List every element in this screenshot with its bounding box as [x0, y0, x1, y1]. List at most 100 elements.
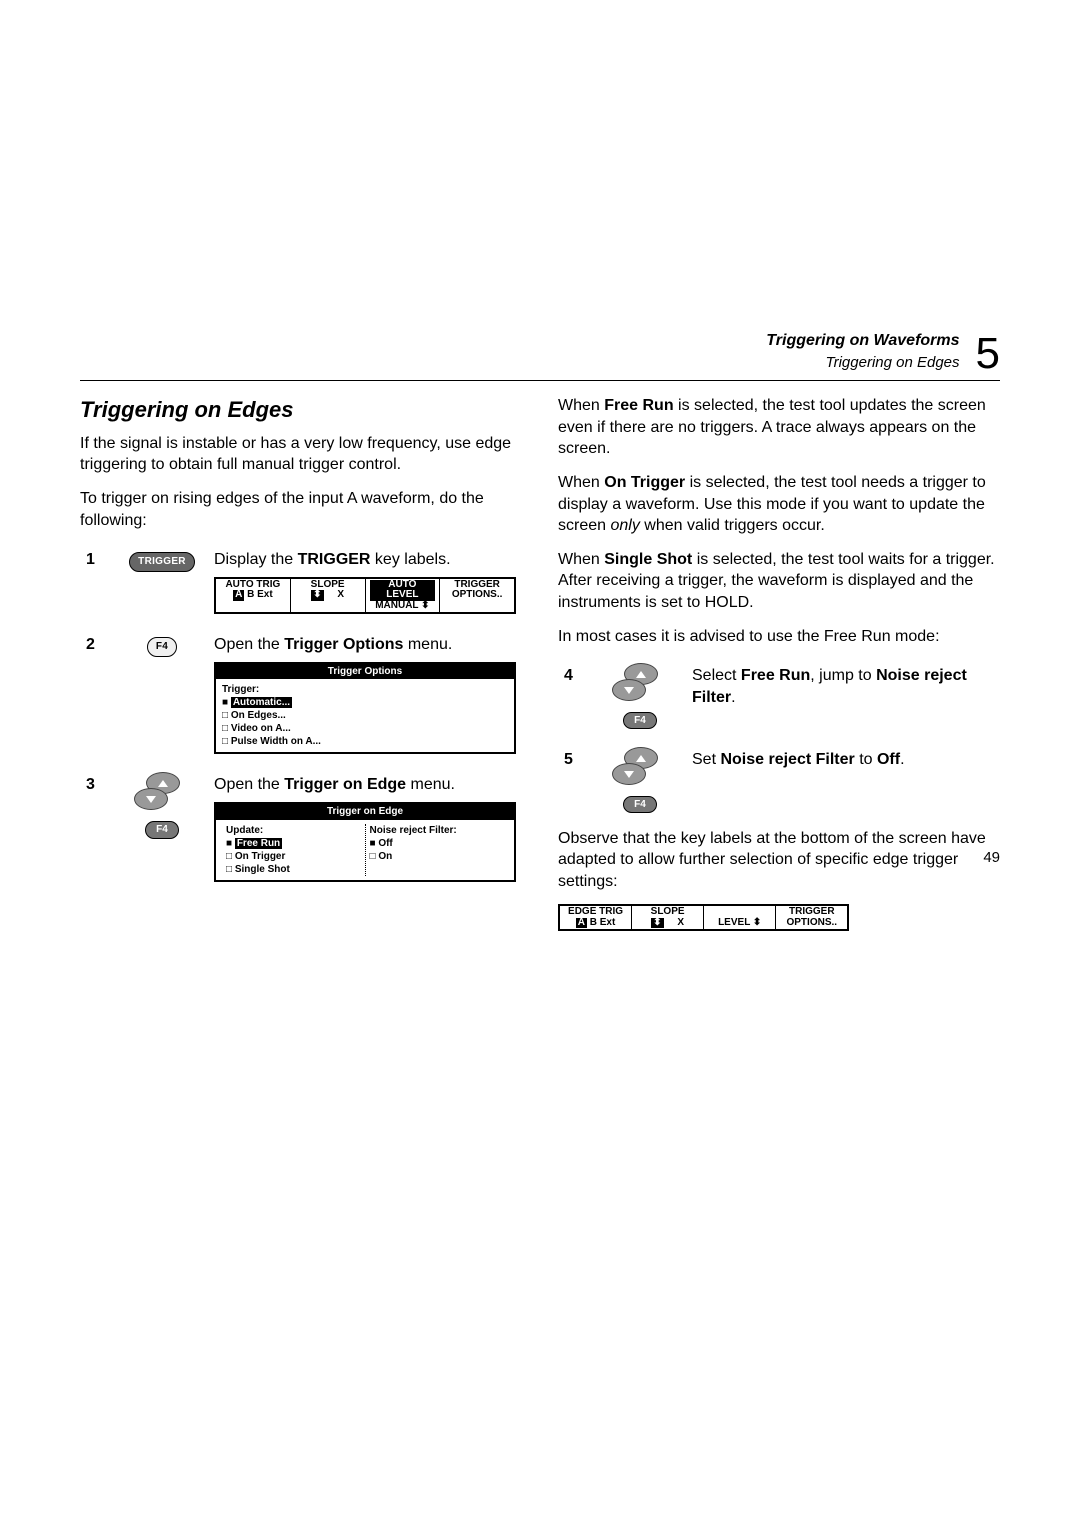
key-labels-bar: EDGE TRIG A B Ext SLOPE ⬍ X LEVEL ⬍ TRIG…: [558, 904, 849, 931]
page-header: Triggering on Waveforms Triggering on Ed…: [80, 330, 1000, 376]
header-text: Triggering on Waveforms Triggering on Ed…: [766, 330, 959, 376]
bar-cell: TRIGGER OPTIONS..: [440, 579, 514, 613]
trigger-key: TRIGGER: [129, 552, 195, 572]
step-button-cell: F4: [594, 659, 686, 743]
paragraph: When Single Shot is selected, the test t…: [558, 549, 1000, 614]
f4-key: F4: [147, 637, 177, 657]
text-frag: When: [558, 474, 604, 491]
bar-cell: LEVEL ⬍: [704, 906, 776, 929]
bar-cell: EDGE TRIG A B Ext: [560, 906, 632, 929]
text-frag-bold: Noise reject Filter: [720, 751, 854, 768]
popup-option: On Trigger: [235, 851, 286, 862]
step-button-cell: F4: [116, 628, 208, 768]
step-text: Open the Trigger on Edge menu. Trigger o…: [208, 768, 522, 895]
bar-cell: TRIGGER OPTIONS..: [776, 906, 847, 929]
slope-icon: ⬍: [651, 918, 663, 929]
popup-title: Trigger Options: [216, 664, 514, 680]
left-column: Triggering on Edges If the signal is ins…: [80, 395, 522, 931]
popup-right-pane: Noise reject Filter: ■ Off □ On: [366, 824, 509, 876]
popup-option-selected: Automatic...: [231, 697, 292, 708]
popup-title: Trigger on Edge: [216, 804, 514, 820]
bar-label-inv: A: [233, 590, 244, 601]
trigger-options-popup: Trigger Options Trigger: ■ Automatic... …: [214, 662, 516, 755]
text-frag: When: [558, 551, 604, 568]
step-row: 2 F4 Open the Trigger Options menu. Trig…: [80, 628, 522, 768]
f4-key: F4: [623, 712, 657, 730]
bar-cell: SLOPE ⬍ X: [632, 906, 704, 929]
step-number: 4: [558, 659, 594, 743]
step-button-cell: TRIGGER: [116, 543, 208, 628]
popup-body: Trigger: ■ Automatic... □ On Edges... □ …: [216, 679, 514, 752]
page-number: 49: [983, 848, 1000, 868]
text-frag: , jump to: [810, 667, 876, 684]
steps-table-right: 4 F4 Select Free Run, jump to Noise reje…: [558, 659, 1000, 827]
popup-option: Off: [378, 838, 392, 849]
key-labels-bar: AUTO TRIG A B Ext SLOPE ⬍ X AUTO LEVEL: [214, 577, 516, 615]
step-row: 1 TRIGGER Display the TRIGGER key labels…: [80, 543, 522, 628]
popup-body: Update: ■ Free Run □ On Trigger □ Single…: [216, 820, 514, 880]
bar-label-inv: AUTO LEVEL: [370, 580, 436, 601]
trigger-on-edge-popup: Trigger on Edge Update: ■ Free Run □ On …: [214, 802, 516, 882]
paragraph: When Free Run is selected, the test tool…: [558, 395, 1000, 460]
slope-icon: ⬍: [311, 590, 323, 601]
bar-cell: SLOPE ⬍ X: [291, 579, 366, 613]
intro-paragraph-2: To trigger on rising edges of the input …: [80, 488, 522, 531]
step-button-cell: F4: [116, 768, 208, 895]
bar-label-inv: A: [576, 918, 587, 929]
step-number: 1: [80, 543, 116, 628]
text-frag-bold: Off: [877, 751, 900, 768]
bar-label: AUTO TRIG: [225, 579, 280, 590]
document-page: Triggering on Waveforms Triggering on Ed…: [0, 0, 1080, 1528]
text-frag-bold: Trigger Options: [284, 636, 403, 653]
text-frag: when valid triggers occur.: [640, 517, 825, 534]
text-frag: Set: [692, 751, 720, 768]
bar-label: B: [590, 917, 597, 928]
step-row: 4 F4 Select Free Run, jump to Noise reje…: [558, 659, 1000, 743]
popup-label: Update:: [226, 825, 263, 836]
step-row: 5 F4 Set Noise reject Filter to Off.: [558, 743, 1000, 827]
bar-label: OPTIONS..: [786, 917, 837, 928]
f4-key: F4: [623, 796, 657, 814]
step-number: 5: [558, 743, 594, 827]
chapter-number: 5: [976, 332, 1000, 376]
popup-left-pane: Update: ■ Free Run □ On Trigger □ Single…: [222, 824, 366, 876]
bar-label: OPTIONS..: [452, 589, 503, 600]
header-section-title: Triggering on Edges: [826, 353, 960, 373]
text-frag: .: [731, 689, 735, 706]
text-frag-bold: TRIGGER: [298, 551, 371, 568]
bar-label: MANUAL: [375, 600, 418, 611]
step-text: Select Free Run, jump to Noise reject Fi…: [686, 659, 1000, 743]
paragraph: When On Trigger is selected, the test to…: [558, 472, 1000, 537]
text-frag-bold: Trigger on Edge: [284, 776, 406, 793]
text-frag: .: [900, 751, 904, 768]
bar-label: B: [247, 589, 254, 600]
bar-label: SLOPE: [651, 906, 685, 917]
content-columns: Triggering on Edges If the signal is ins…: [80, 395, 1000, 931]
text-frag-bold: On Trigger: [604, 474, 685, 491]
text-frag-bold: Free Run: [741, 667, 810, 684]
step-text: Set Noise reject Filter to Off.: [686, 743, 1000, 827]
text-frag: to: [855, 751, 877, 768]
step-number: 2: [80, 628, 116, 768]
bar-label: TRIGGER: [789, 906, 835, 917]
text-frag-bold: Single Shot: [604, 551, 692, 568]
popup-option: Video on A...: [231, 723, 291, 734]
arrow-pad-icon: [612, 665, 668, 701]
text-frag-italic: only: [610, 517, 639, 534]
popup-label: Noise reject Filter:: [370, 825, 457, 836]
text-frag: When: [558, 397, 604, 414]
popup-option: On Edges...: [231, 710, 286, 721]
paragraph: Observe that the key labels at the botto…: [558, 828, 1000, 893]
text-frag: key labels.: [370, 551, 450, 568]
step-number: 3: [80, 768, 116, 895]
step-text: Display the TRIGGER key labels. AUTO TRI…: [208, 543, 522, 628]
popup-label: Trigger:: [222, 684, 259, 695]
text-frag: Open the: [214, 636, 284, 653]
right-column: When Free Run is selected, the test tool…: [558, 395, 1000, 931]
popup-option-selected: Free Run: [235, 838, 282, 849]
header-chapter-title: Triggering on Waveforms: [766, 330, 959, 352]
bar-label: LEVEL: [718, 917, 750, 928]
popup-option: On: [378, 851, 392, 862]
text-frag: Display the: [214, 551, 298, 568]
bar-label: Ext: [257, 589, 273, 600]
